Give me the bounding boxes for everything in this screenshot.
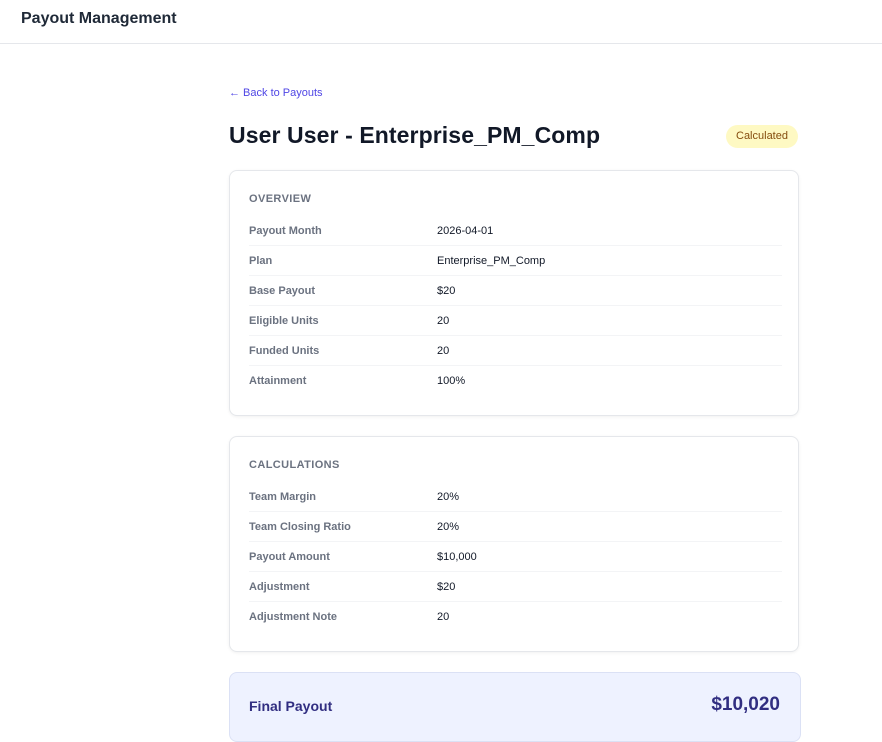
row-value: $20 <box>437 580 456 593</box>
calc-row-team-margin: Team Margin 20% <box>249 482 782 512</box>
row-label: Team Margin <box>249 490 317 503</box>
row-label: Payout Month <box>249 224 322 237</box>
row-label: Adjustment Note <box>249 611 337 623</box>
back-to-payouts-link[interactable]: ← Back to Payouts <box>229 87 323 99</box>
row-value: 2026-04-01 <box>437 224 494 237</box>
row-label: Payout Amount <box>249 550 330 563</box>
row-label: Eligible Units <box>249 314 319 327</box>
row-value: 100% <box>437 375 466 387</box>
final-payout-card: Final Payout $10,020 <box>229 672 801 742</box>
row-label: Funded Units <box>249 344 320 357</box>
overview-title: OVERVIEW <box>249 193 312 205</box>
overview-row-attainment: Attainment 100% <box>249 366 782 396</box>
top-bar: Payout Management <box>0 0 882 44</box>
calc-row-team-closing-ratio: Team Closing Ratio 20% <box>249 512 782 542</box>
calc-row-payout-amount: Payout Amount $10,000 <box>249 542 782 572</box>
row-value: 20 <box>437 314 450 327</box>
row-label: Adjustment <box>249 580 310 593</box>
overview-row-funded-units: Funded Units 20 <box>249 336 782 366</box>
row-value: 20 <box>437 611 450 623</box>
overview-rows: Payout Month 2026-04-01 Plan Enterprise_… <box>249 216 782 396</box>
app-title: Payout Management <box>21 10 177 27</box>
row-label: Base Payout <box>249 284 316 297</box>
final-payout-value: $10,020 <box>711 694 780 715</box>
overview-row-eligible-units: Eligible Units 20 <box>249 306 782 336</box>
calculations-card: CALCULATIONS Team Margin 20% Team Closin… <box>229 436 799 652</box>
row-value: 20% <box>437 490 460 503</box>
calc-row-adjustment-note: Adjustment Note 20 <box>249 602 782 632</box>
overview-row-payout-month: Payout Month 2026-04-01 <box>249 216 782 246</box>
row-value: 20 <box>437 344 450 357</box>
status-badge: Calculated <box>726 125 798 148</box>
calculations-rows: Team Margin 20% Team Closing Ratio 20% P… <box>249 482 782 632</box>
calculations-title: CALCULATIONS <box>249 459 340 471</box>
page-title: User User - Enterprise_PM_Comp <box>229 122 601 148</box>
row-label: Attainment <box>249 375 307 387</box>
overview-card: OVERVIEW Payout Month 2026-04-01 Plan En… <box>229 170 799 416</box>
row-label: Plan <box>249 254 273 267</box>
overview-row-plan: Plan Enterprise_PM_Comp <box>249 246 782 276</box>
final-payout-label: Final Payout <box>249 698 333 714</box>
row-value: 20% <box>437 520 460 533</box>
overview-row-base-payout: Base Payout $20 <box>249 276 782 306</box>
row-label: Team Closing Ratio <box>249 520 351 533</box>
calc-row-adjustment: Adjustment $20 <box>249 572 782 602</box>
row-value: Enterprise_PM_Comp <box>437 254 546 267</box>
row-value: $20 <box>437 284 456 297</box>
row-value: $10,000 <box>437 550 477 563</box>
